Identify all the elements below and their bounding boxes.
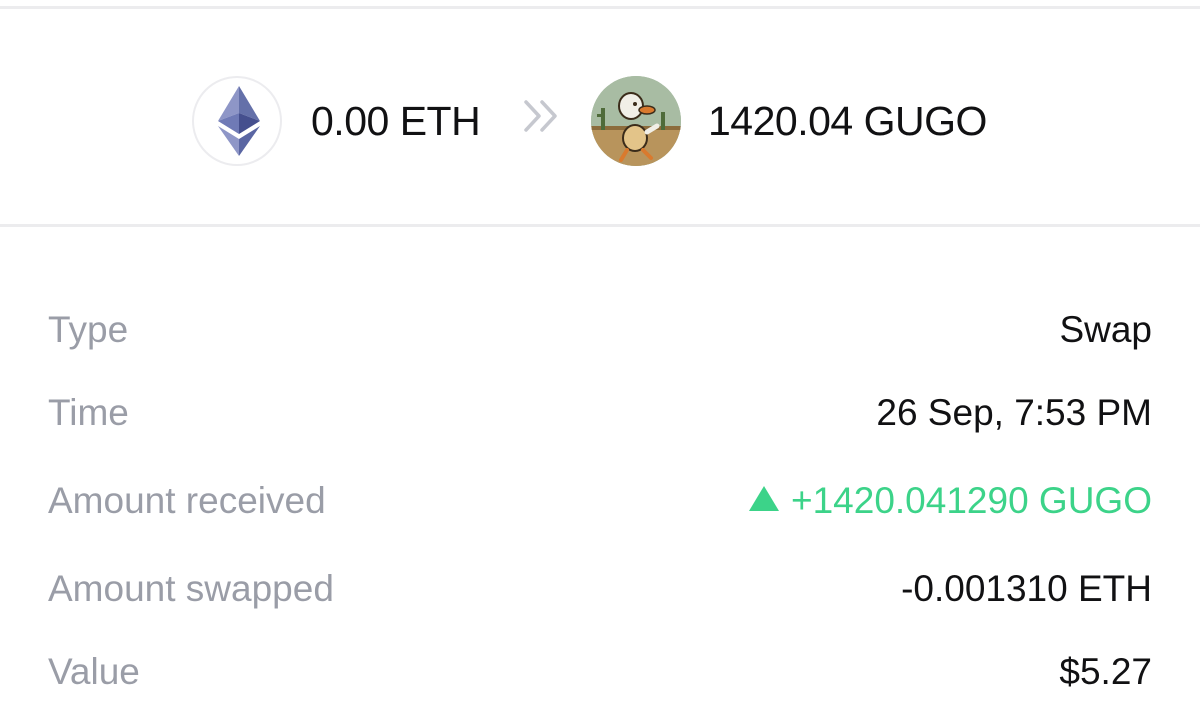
type-value: Swap [1059,309,1152,350]
swap-summary: 0.00 ETH 1420.04 GUGO [0,76,1200,166]
time-label: Time [48,392,129,433]
gugo-duck-avatar-icon [591,76,681,166]
value-amount: $5.27 [1059,651,1152,692]
detail-row-time: Time 26 Sep, 7:53 PM [48,389,1152,437]
from-token-amount: 0.00 ETH [311,98,481,144]
ethereum-icon [192,76,282,166]
double-chevron-right-icon [522,98,562,139]
amount-received-label: Amount received [48,480,326,521]
up-triangle-icon [748,486,779,511]
time-value: 26 Sep, 7:53 PM [876,392,1152,433]
detail-row-type: Type Swap [48,306,1152,354]
type-label: Type [48,309,129,350]
amount-swapped-value: -0.001310 ETH [901,568,1152,609]
to-token-amount: 1420.04 GUGO [708,98,987,144]
value-label: Value [48,651,140,692]
section-divider [0,224,1200,227]
transaction-detail-screen: 0.00 ETH 1420.04 GUGO Type Swap Time 26 … [0,0,1200,727]
amount-swapped-label: Amount swapped [48,568,334,609]
detail-row-amount-swapped: Amount swapped -0.001310 ETH [48,565,1152,613]
top-divider [0,6,1200,9]
amount-received-value: +1420.041290 GUGO [748,477,1152,525]
detail-row-value: Value $5.27 [48,648,1152,696]
amount-received-text: +1420.041290 GUGO [790,480,1152,521]
detail-row-amount-received: Amount received +1420.041290 GUGO [48,477,1152,525]
